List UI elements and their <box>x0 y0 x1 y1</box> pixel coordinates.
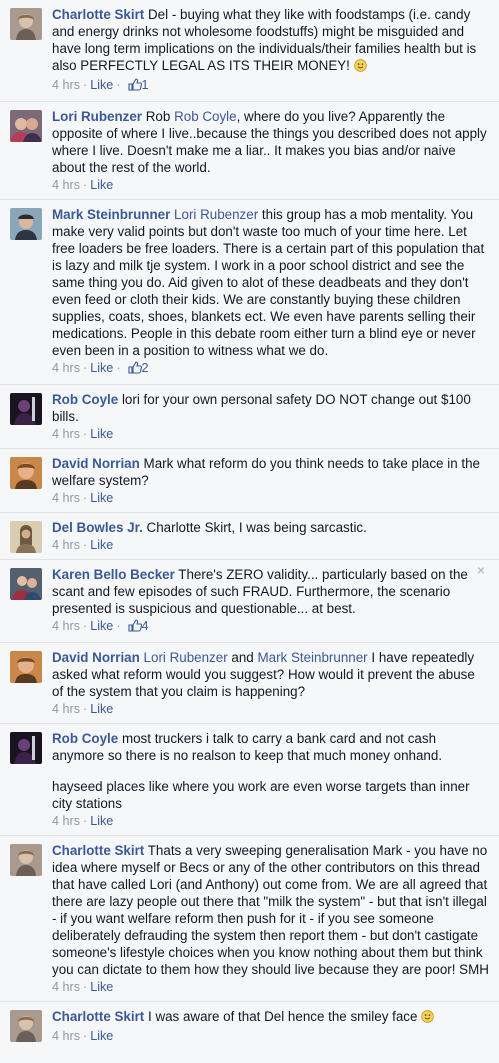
avatar[interactable] <box>10 208 42 240</box>
comment-meta: 4 hrs · Like · 1 <box>52 77 489 101</box>
avatar[interactable] <box>10 651 42 683</box>
comment-body: Charlotte Skirt I was aware of that Del … <box>52 1008 489 1027</box>
comment-text: Thats a very sweeping generalisation Mar… <box>52 843 489 977</box>
author-link[interactable]: Rob Coyle <box>52 731 118 746</box>
comment-body: David Norrian Mark what reform do you th… <box>52 455 489 489</box>
author-link[interactable]: David Norrian <box>52 650 140 665</box>
mention-link[interactable]: Lori Rubenzer <box>144 650 228 665</box>
comment-body: Del Bowles Jr. Charlotte Skirt, I was be… <box>52 519 489 536</box>
thumbs-up-icon <box>127 619 142 636</box>
timestamp[interactable]: 4 hrs <box>52 619 80 633</box>
comment-body: Lori Rubenzer Rob Rob Coyle, where do yo… <box>52 108 489 176</box>
timestamp[interactable]: 4 hrs <box>52 702 80 716</box>
comment-meta: 4 hrs · Like · 4 <box>52 618 489 642</box>
likes-count[interactable]: 4 <box>142 619 149 633</box>
timestamp[interactable]: 4 hrs <box>52 980 80 994</box>
comment: Rob Coyle most truckers i talk to carry … <box>0 723 499 835</box>
comment-meta: 4 hrs · Like <box>52 702 114 716</box>
comment: Charlotte Skirt Del - buying what they l… <box>0 0 499 101</box>
comment-meta: 4 hrs · Like <box>52 1029 114 1043</box>
comment-body: Rob Coyle lori for your own personal saf… <box>52 391 489 425</box>
timestamp[interactable]: 4 hrs <box>52 491 80 505</box>
like-button[interactable]: Like <box>90 178 113 192</box>
like-button[interactable]: Like <box>90 814 113 828</box>
comment-meta: 4 hrs · Like <box>52 491 114 505</box>
comment: Rob Coyle lori for your own personal saf… <box>0 384 499 448</box>
author-link[interactable]: Rob Coyle <box>52 392 118 407</box>
comment-body: Karen Bello Becker There's ZERO validity… <box>52 566 489 617</box>
conjunction-text: and <box>231 650 254 665</box>
author-link[interactable]: David Norrian <box>52 456 140 471</box>
comment-body: Charlotte Skirt Thats a very sweeping ge… <box>52 842 489 978</box>
comment-text-paragraph: hayseed places like where you work are e… <box>52 779 470 811</box>
comment-body: Mark Steinbrunner Lori Rubenzer this gro… <box>52 206 489 359</box>
comment: Mark Steinbrunner Lori Rubenzer this gro… <box>0 199 499 384</box>
avatar[interactable] <box>10 732 42 764</box>
like-button[interactable]: Like <box>90 427 113 441</box>
author-link[interactable]: Charlotte Skirt <box>52 1009 144 1024</box>
comment-meta: 4 hrs · Like <box>52 538 114 552</box>
timestamp[interactable]: 4 hrs <box>52 361 80 375</box>
comment-body: David Norrian Lori Rubenzer and Mark Ste… <box>52 649 489 700</box>
comment-meta: 4 hrs · Like <box>52 178 114 192</box>
comment: Charlotte Skirt I was aware of that Del … <box>0 1001 499 1050</box>
comment-body: Charlotte Skirt Del - buying what they l… <box>52 6 489 76</box>
likes-count[interactable]: 2 <box>142 361 149 375</box>
comment-text-prefix: Rob <box>145 109 171 124</box>
comment-thread: Charlotte Skirt Del - buying what they l… <box>0 0 499 1050</box>
mention-link[interactable]: Lori Rubenzer <box>174 207 258 222</box>
comment-text: I was aware of that Del hence the smiley… <box>148 1009 418 1024</box>
comment-meta: 4 hrs · Like <box>52 980 114 994</box>
timestamp[interactable]: 4 hrs <box>52 78 80 92</box>
like-button[interactable]: Like <box>90 980 113 994</box>
mention-link[interactable]: Rob Coyle <box>174 109 237 124</box>
smiley-icon <box>421 1010 434 1027</box>
timestamp[interactable]: 4 hrs <box>52 538 80 552</box>
like-button[interactable]: Like <box>90 361 113 375</box>
thumbs-up-icon <box>127 361 142 378</box>
comment: Lori Rubenzer Rob Rob Coyle, where do yo… <box>0 101 499 199</box>
like-button[interactable]: Like <box>90 538 113 552</box>
avatar[interactable] <box>10 1010 42 1042</box>
like-button[interactable]: Like <box>90 78 113 92</box>
comment-text: Charlotte Skirt, I was being sarcastic. <box>146 520 367 535</box>
timestamp[interactable]: 4 hrs <box>52 1029 80 1043</box>
comment-meta: 4 hrs · Like · 2 <box>52 360 489 384</box>
comment-meta: 4 hrs · Like <box>52 814 114 828</box>
like-button[interactable]: Like <box>90 491 113 505</box>
thumbs-up-icon <box>127 78 142 95</box>
author-link[interactable]: Karen Bello Becker <box>52 567 175 582</box>
comment: × Karen Bello Becker There's ZERO validi… <box>0 559 499 642</box>
author-link[interactable]: Mark Steinbrunner <box>52 207 170 222</box>
comment: David Norrian Mark what reform do you th… <box>0 448 499 512</box>
mention-link[interactable]: Mark Steinbrunner <box>257 650 367 665</box>
comment: David Norrian Lori Rubenzer and Mark Ste… <box>0 642 499 723</box>
avatar[interactable] <box>10 393 42 425</box>
timestamp[interactable]: 4 hrs <box>52 814 80 828</box>
timestamp[interactable]: 4 hrs <box>52 178 80 192</box>
timestamp[interactable]: 4 hrs <box>52 427 80 441</box>
comment-text: this group has a mob mentality. You make… <box>52 207 485 358</box>
like-button[interactable]: Like <box>90 1029 113 1043</box>
close-icon[interactable]: × <box>477 562 485 579</box>
avatar[interactable] <box>10 844 42 876</box>
likes-count[interactable]: 1 <box>142 78 149 92</box>
author-link[interactable]: Charlotte Skirt <box>52 843 144 858</box>
comment-meta: 4 hrs · Like <box>52 427 114 441</box>
comment-body: Rob Coyle most truckers i talk to carry … <box>52 730 489 812</box>
avatar[interactable] <box>10 8 42 40</box>
avatar[interactable] <box>10 110 42 142</box>
like-button[interactable]: Like <box>90 619 113 633</box>
avatar[interactable] <box>10 457 42 489</box>
smiley-icon <box>353 59 367 76</box>
author-link[interactable]: Lori Rubenzer <box>52 109 142 124</box>
like-button[interactable]: Like <box>90 702 113 716</box>
comment: Charlotte Skirt Thats a very sweeping ge… <box>0 835 499 1001</box>
avatar[interactable] <box>10 521 42 553</box>
author-link[interactable]: Charlotte Skirt <box>52 7 144 22</box>
comment: Del Bowles Jr. Charlotte Skirt, I was be… <box>0 512 499 559</box>
author-link[interactable]: Del Bowles Jr. <box>52 520 143 535</box>
avatar[interactable] <box>10 568 42 600</box>
